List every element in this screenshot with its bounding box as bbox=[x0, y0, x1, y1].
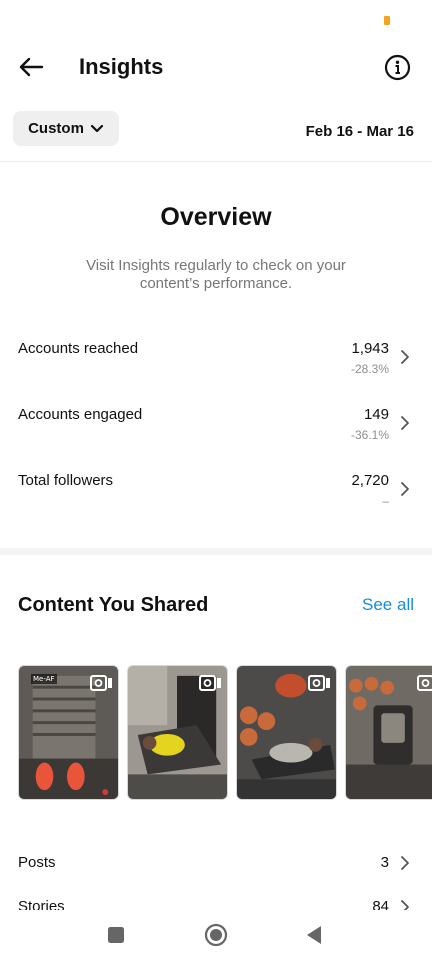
system-nav-bar bbox=[0, 910, 432, 960]
list-value: 3 bbox=[380, 854, 389, 871]
circle-home-icon bbox=[204, 923, 228, 947]
metric-row-accounts-engaged[interactable]: Accounts engaged 149 -36.1% bbox=[0, 398, 432, 448]
thumbnail-label: Me-AF bbox=[31, 674, 57, 684]
list-row-posts[interactable]: Posts 3 bbox=[0, 849, 432, 879]
date-filter-dropdown[interactable]: Custom bbox=[13, 111, 119, 146]
date-range: Feb 16 - Mar 16 bbox=[305, 123, 414, 140]
content-thumbnail[interactable] bbox=[345, 665, 432, 800]
page-title: Insights bbox=[79, 54, 164, 79]
filter-row: Custom Feb 16 - Mar 16 bbox=[0, 108, 432, 152]
content-thumbnail-strip[interactable]: Me-AF bbox=[18, 665, 432, 801]
dropdown-label: Custom bbox=[28, 120, 84, 137]
video-camera-icon bbox=[199, 675, 221, 691]
chevron-right-icon bbox=[401, 350, 409, 364]
info-button[interactable] bbox=[382, 52, 412, 82]
back-button[interactable] bbox=[14, 52, 48, 82]
divider bbox=[0, 161, 432, 162]
video-camera-icon bbox=[308, 675, 330, 691]
chevron-right-icon bbox=[401, 416, 409, 430]
overview-subtitle: Visit Insights regularly to check on you… bbox=[86, 257, 346, 292]
see-all-link[interactable]: See all bbox=[362, 595, 414, 615]
metric-value: 2,720 bbox=[351, 472, 389, 489]
chevron-right-icon bbox=[401, 482, 409, 496]
home-button[interactable] bbox=[202, 921, 230, 949]
content-thumbnail[interactable]: Me-AF bbox=[18, 665, 119, 800]
content-thumbnail[interactable] bbox=[236, 665, 337, 800]
metric-value: 149 bbox=[363, 406, 389, 423]
metric-change: -36.1% bbox=[350, 428, 389, 442]
overview-title: Overview bbox=[160, 203, 272, 231]
video-camera-icon bbox=[90, 675, 112, 691]
metric-change: – bbox=[382, 494, 389, 508]
info-circle-icon bbox=[384, 54, 410, 80]
video-camera-icon bbox=[417, 675, 432, 691]
arrow-left-icon bbox=[19, 57, 44, 77]
content-section-title: Content You Shared bbox=[18, 594, 209, 616]
metric-label: Total followers bbox=[18, 472, 114, 489]
app-header: Insights bbox=[0, 40, 432, 96]
metric-label: Accounts reached bbox=[18, 340, 139, 357]
metric-row-accounts-reached[interactable]: Accounts reached 1,943 -28.3% bbox=[0, 332, 432, 382]
content-thumbnail[interactable] bbox=[127, 665, 228, 800]
metric-change: -28.3% bbox=[350, 362, 389, 376]
list-label: Posts bbox=[18, 854, 56, 871]
metric-value: 1,943 bbox=[351, 340, 389, 357]
recents-button[interactable] bbox=[102, 921, 130, 949]
chevron-right-icon bbox=[401, 856, 409, 870]
metric-label: Accounts engaged bbox=[18, 406, 143, 423]
section-divider bbox=[0, 548, 432, 555]
metric-row-total-followers[interactable]: Total followers 2,720 – bbox=[0, 464, 432, 514]
status-bar bbox=[0, 0, 432, 40]
triangle-back-icon bbox=[307, 926, 321, 944]
square-recents-icon bbox=[108, 927, 124, 943]
status-indicator-icon bbox=[384, 16, 390, 25]
system-back-button[interactable] bbox=[300, 921, 328, 949]
chevron-down-icon bbox=[90, 124, 104, 132]
